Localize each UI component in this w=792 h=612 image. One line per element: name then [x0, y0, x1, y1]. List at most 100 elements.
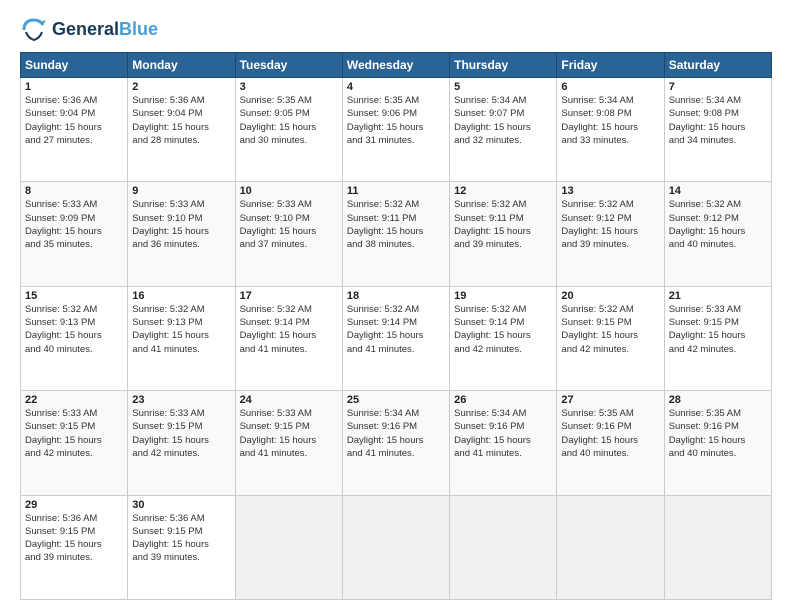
day-cell-10: 10Sunrise: 5:33 AMSunset: 9:10 PMDayligh… [235, 182, 342, 286]
day-cell-25: 25Sunrise: 5:34 AMSunset: 9:16 PMDayligh… [342, 391, 449, 495]
day-number: 27 [561, 394, 659, 406]
logo-icon [20, 16, 48, 44]
day-number: 13 [561, 185, 659, 197]
day-cell-4: 4Sunrise: 5:35 AMSunset: 9:06 PMDaylight… [342, 78, 449, 182]
cell-text: Sunrise: 5:34 AMSunset: 9:08 PMDaylight:… [669, 94, 767, 147]
cell-text: Sunrise: 5:35 AMSunset: 9:16 PMDaylight:… [669, 407, 767, 460]
page: GeneralBlue Sunday Monday Tuesday Wednes… [0, 0, 792, 612]
calendar-table: Sunday Monday Tuesday Wednesday Thursday… [20, 52, 772, 600]
day-cell-17: 17Sunrise: 5:32 AMSunset: 9:14 PMDayligh… [235, 286, 342, 390]
col-thursday: Thursday [450, 53, 557, 78]
logo-text: GeneralBlue [52, 20, 158, 40]
cell-text: Sunrise: 5:33 AMSunset: 9:15 PMDaylight:… [132, 407, 230, 460]
empty-cell [450, 495, 557, 599]
day-cell-15: 15Sunrise: 5:32 AMSunset: 9:13 PMDayligh… [21, 286, 128, 390]
day-number: 7 [669, 81, 767, 93]
col-saturday: Saturday [664, 53, 771, 78]
cell-text: Sunrise: 5:33 AMSunset: 9:15 PMDaylight:… [25, 407, 123, 460]
day-cell-16: 16Sunrise: 5:32 AMSunset: 9:13 PMDayligh… [128, 286, 235, 390]
day-number: 14 [669, 185, 767, 197]
day-cell-19: 19Sunrise: 5:32 AMSunset: 9:14 PMDayligh… [450, 286, 557, 390]
cell-text: Sunrise: 5:36 AMSunset: 9:04 PMDaylight:… [25, 94, 123, 147]
day-cell-9: 9Sunrise: 5:33 AMSunset: 9:10 PMDaylight… [128, 182, 235, 286]
day-number: 23 [132, 394, 230, 406]
day-number: 19 [454, 290, 552, 302]
day-number: 29 [25, 499, 123, 511]
col-wednesday: Wednesday [342, 53, 449, 78]
cell-text: Sunrise: 5:34 AMSunset: 9:08 PMDaylight:… [561, 94, 659, 147]
cell-text: Sunrise: 5:35 AMSunset: 9:06 PMDaylight:… [347, 94, 445, 147]
day-cell-21: 21Sunrise: 5:33 AMSunset: 9:15 PMDayligh… [664, 286, 771, 390]
cell-text: Sunrise: 5:36 AMSunset: 9:15 PMDaylight:… [25, 512, 123, 565]
day-number: 16 [132, 290, 230, 302]
cell-text: Sunrise: 5:35 AMSunset: 9:16 PMDaylight:… [561, 407, 659, 460]
cell-text: Sunrise: 5:33 AMSunset: 9:09 PMDaylight:… [25, 198, 123, 251]
logo: GeneralBlue [20, 16, 158, 44]
cell-text: Sunrise: 5:32 AMSunset: 9:13 PMDaylight:… [25, 303, 123, 356]
day-number: 17 [240, 290, 338, 302]
cell-text: Sunrise: 5:32 AMSunset: 9:12 PMDaylight:… [669, 198, 767, 251]
table-row: 15Sunrise: 5:32 AMSunset: 9:13 PMDayligh… [21, 286, 772, 390]
day-number: 28 [669, 394, 767, 406]
table-row: 22Sunrise: 5:33 AMSunset: 9:15 PMDayligh… [21, 391, 772, 495]
day-cell-23: 23Sunrise: 5:33 AMSunset: 9:15 PMDayligh… [128, 391, 235, 495]
day-cell-20: 20Sunrise: 5:32 AMSunset: 9:15 PMDayligh… [557, 286, 664, 390]
day-cell-6: 6Sunrise: 5:34 AMSunset: 9:08 PMDaylight… [557, 78, 664, 182]
day-cell-14: 14Sunrise: 5:32 AMSunset: 9:12 PMDayligh… [664, 182, 771, 286]
table-row: 29Sunrise: 5:36 AMSunset: 9:15 PMDayligh… [21, 495, 772, 599]
day-number: 21 [669, 290, 767, 302]
calendar-header-row: Sunday Monday Tuesday Wednesday Thursday… [21, 53, 772, 78]
cell-text: Sunrise: 5:35 AMSunset: 9:05 PMDaylight:… [240, 94, 338, 147]
cell-text: Sunrise: 5:33 AMSunset: 9:10 PMDaylight:… [240, 198, 338, 251]
cell-text: Sunrise: 5:33 AMSunset: 9:10 PMDaylight:… [132, 198, 230, 251]
cell-text: Sunrise: 5:32 AMSunset: 9:12 PMDaylight:… [561, 198, 659, 251]
day-number: 4 [347, 81, 445, 93]
empty-cell [557, 495, 664, 599]
day-cell-26: 26Sunrise: 5:34 AMSunset: 9:16 PMDayligh… [450, 391, 557, 495]
day-number: 11 [347, 185, 445, 197]
table-row: 8Sunrise: 5:33 AMSunset: 9:09 PMDaylight… [21, 182, 772, 286]
day-number: 12 [454, 185, 552, 197]
empty-cell [235, 495, 342, 599]
day-number: 6 [561, 81, 659, 93]
day-number: 10 [240, 185, 338, 197]
day-cell-7: 7Sunrise: 5:34 AMSunset: 9:08 PMDaylight… [664, 78, 771, 182]
empty-cell [342, 495, 449, 599]
day-cell-22: 22Sunrise: 5:33 AMSunset: 9:15 PMDayligh… [21, 391, 128, 495]
day-number: 24 [240, 394, 338, 406]
day-cell-3: 3Sunrise: 5:35 AMSunset: 9:05 PMDaylight… [235, 78, 342, 182]
cell-text: Sunrise: 5:32 AMSunset: 9:15 PMDaylight:… [561, 303, 659, 356]
day-number: 2 [132, 81, 230, 93]
cell-text: Sunrise: 5:34 AMSunset: 9:07 PMDaylight:… [454, 94, 552, 147]
day-cell-18: 18Sunrise: 5:32 AMSunset: 9:14 PMDayligh… [342, 286, 449, 390]
day-number: 20 [561, 290, 659, 302]
cell-text: Sunrise: 5:32 AMSunset: 9:13 PMDaylight:… [132, 303, 230, 356]
cell-text: Sunrise: 5:33 AMSunset: 9:15 PMDaylight:… [240, 407, 338, 460]
day-cell-11: 11Sunrise: 5:32 AMSunset: 9:11 PMDayligh… [342, 182, 449, 286]
cell-text: Sunrise: 5:33 AMSunset: 9:15 PMDaylight:… [669, 303, 767, 356]
empty-cell [664, 495, 771, 599]
day-number: 22 [25, 394, 123, 406]
day-cell-8: 8Sunrise: 5:33 AMSunset: 9:09 PMDaylight… [21, 182, 128, 286]
col-monday: Monday [128, 53, 235, 78]
day-cell-29: 29Sunrise: 5:36 AMSunset: 9:15 PMDayligh… [21, 495, 128, 599]
cell-text: Sunrise: 5:36 AMSunset: 9:04 PMDaylight:… [132, 94, 230, 147]
day-cell-1: 1Sunrise: 5:36 AMSunset: 9:04 PMDaylight… [21, 78, 128, 182]
day-number: 18 [347, 290, 445, 302]
day-number: 25 [347, 394, 445, 406]
cell-text: Sunrise: 5:34 AMSunset: 9:16 PMDaylight:… [347, 407, 445, 460]
col-tuesday: Tuesday [235, 53, 342, 78]
day-cell-30: 30Sunrise: 5:36 AMSunset: 9:15 PMDayligh… [128, 495, 235, 599]
day-cell-28: 28Sunrise: 5:35 AMSunset: 9:16 PMDayligh… [664, 391, 771, 495]
day-cell-27: 27Sunrise: 5:35 AMSunset: 9:16 PMDayligh… [557, 391, 664, 495]
cell-text: Sunrise: 5:32 AMSunset: 9:14 PMDaylight:… [240, 303, 338, 356]
day-cell-5: 5Sunrise: 5:34 AMSunset: 9:07 PMDaylight… [450, 78, 557, 182]
day-cell-2: 2Sunrise: 5:36 AMSunset: 9:04 PMDaylight… [128, 78, 235, 182]
cell-text: Sunrise: 5:32 AMSunset: 9:14 PMDaylight:… [347, 303, 445, 356]
day-number: 8 [25, 185, 123, 197]
cell-text: Sunrise: 5:32 AMSunset: 9:11 PMDaylight:… [347, 198, 445, 251]
day-number: 9 [132, 185, 230, 197]
day-cell-24: 24Sunrise: 5:33 AMSunset: 9:15 PMDayligh… [235, 391, 342, 495]
cell-text: Sunrise: 5:32 AMSunset: 9:14 PMDaylight:… [454, 303, 552, 356]
day-number: 1 [25, 81, 123, 93]
